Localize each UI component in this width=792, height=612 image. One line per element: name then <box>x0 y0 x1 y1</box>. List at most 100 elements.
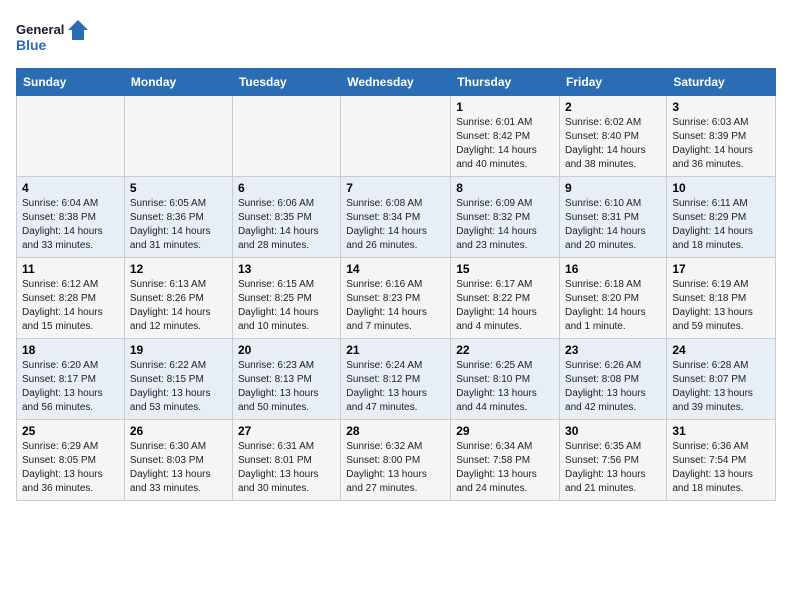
calendar-cell: 13 Sunrise: 6:15 AM Sunset: 8:25 PM Dayli… <box>232 258 340 339</box>
day-number: 28 <box>346 424 445 438</box>
calendar-cell: 2 Sunrise: 6:02 AM Sunset: 8:40 PM Daylig… <box>560 96 667 177</box>
calendar-week-row: 18Sunrise: 6:20 AM Sunset: 8:17 PM Dayli… <box>17 339 776 420</box>
svg-text:Blue: Blue <box>16 37 47 53</box>
day-number: 31 <box>672 424 770 438</box>
day-number: 8 <box>456 181 554 195</box>
calendar-cell: 6 Sunrise: 6:06 AM Sunset: 8:35 PM Daylig… <box>232 177 340 258</box>
day-info: Sunrise: 6:35 AM Sunset: 7:56 PM Dayligh… <box>565 440 661 496</box>
day-number: 21 <box>346 343 445 357</box>
column-header-monday: Monday <box>124 69 232 96</box>
calendar-cell: 1 Sunrise: 6:01 AM Sunset: 8:42 PM Daylig… <box>451 96 560 177</box>
column-header-thursday: Thursday <box>451 69 560 96</box>
day-number: 17 <box>672 262 770 276</box>
calendar-week-row: 25Sunrise: 6:29 AM Sunset: 8:05 PM Dayli… <box>17 420 776 501</box>
day-info: Sunrise: 6:10 AM Sunset: 8:31 PM Dayligh… <box>565 197 661 253</box>
day-number: 11 <box>22 262 119 276</box>
calendar-cell: 29Sunrise: 6:34 AM Sunset: 7:58 PM Dayli… <box>451 420 560 501</box>
calendar-cell: 11 Sunrise: 6:12 AM Sunset: 8:28 PM Dayli… <box>17 258 125 339</box>
calendar-week-row: 1 Sunrise: 6:01 AM Sunset: 8:42 PM Daylig… <box>17 96 776 177</box>
calendar-cell: 14Sunrise: 6:16 AM Sunset: 8:23 PM Dayli… <box>341 258 451 339</box>
day-number: 9 <box>565 181 661 195</box>
calendar-cell: 15 Sunrise: 6:17 AM Sunset: 8:22 PM Dayli… <box>451 258 560 339</box>
day-number: 13 <box>238 262 335 276</box>
column-header-wednesday: Wednesday <box>341 69 451 96</box>
column-header-saturday: Saturday <box>667 69 776 96</box>
day-info: Sunrise: 6:29 AM Sunset: 8:05 PM Dayligh… <box>22 440 119 496</box>
day-number: 23 <box>565 343 661 357</box>
day-number: 18 <box>22 343 119 357</box>
day-info: Sunrise: 6:05 AM Sunset: 8:36 PM Dayligh… <box>130 197 227 253</box>
day-number: 10 <box>672 181 770 195</box>
day-number: 24 <box>672 343 770 357</box>
day-info: Sunrise: 6:18 AM Sunset: 8:20 PM Dayligh… <box>565 278 661 334</box>
day-number: 30 <box>565 424 661 438</box>
calendar-cell: 8 Sunrise: 6:09 AM Sunset: 8:32 PM Daylig… <box>451 177 560 258</box>
calendar-cell <box>17 96 125 177</box>
column-header-tuesday: Tuesday <box>232 69 340 96</box>
logo: General Blue <box>16 16 96 56</box>
day-info: Sunrise: 6:25 AM Sunset: 8:10 PM Dayligh… <box>456 359 554 415</box>
day-number: 16 <box>565 262 661 276</box>
calendar-cell: 31Sunrise: 6:36 AM Sunset: 7:54 PM Dayli… <box>667 420 776 501</box>
day-info: Sunrise: 6:15 AM Sunset: 8:25 PM Dayligh… <box>238 278 335 334</box>
day-info: Sunrise: 6:19 AM Sunset: 8:18 PM Dayligh… <box>672 278 770 334</box>
day-info: Sunrise: 6:28 AM Sunset: 8:07 PM Dayligh… <box>672 359 770 415</box>
day-info: Sunrise: 6:13 AM Sunset: 8:26 PM Dayligh… <box>130 278 227 334</box>
day-number: 29 <box>456 424 554 438</box>
day-info: Sunrise: 6:16 AM Sunset: 8:23 PM Dayligh… <box>346 278 445 334</box>
day-number: 26 <box>130 424 227 438</box>
calendar-week-row: 11 Sunrise: 6:12 AM Sunset: 8:28 PM Dayli… <box>17 258 776 339</box>
calendar-cell <box>232 96 340 177</box>
day-info: Sunrise: 6:06 AM Sunset: 8:35 PM Dayligh… <box>238 197 335 253</box>
day-info: Sunrise: 6:22 AM Sunset: 8:15 PM Dayligh… <box>130 359 227 415</box>
day-number: 27 <box>238 424 335 438</box>
day-number: 6 <box>238 181 335 195</box>
day-info: Sunrise: 6:30 AM Sunset: 8:03 PM Dayligh… <box>130 440 227 496</box>
day-number: 19 <box>130 343 227 357</box>
day-number: 12 <box>130 262 227 276</box>
day-number: 22 <box>456 343 554 357</box>
day-info: Sunrise: 6:31 AM Sunset: 8:01 PM Dayligh… <box>238 440 335 496</box>
day-number: 15 <box>456 262 554 276</box>
calendar-cell: 17 Sunrise: 6:19 AM Sunset: 8:18 PM Dayli… <box>667 258 776 339</box>
logo-icon: General Blue <box>16 16 96 56</box>
calendar-cell: 27 Sunrise: 6:31 AM Sunset: 8:01 PM Dayli… <box>232 420 340 501</box>
day-info: Sunrise: 6:09 AM Sunset: 8:32 PM Dayligh… <box>456 197 554 253</box>
day-number: 2 <box>565 100 661 114</box>
day-info: Sunrise: 6:02 AM Sunset: 8:40 PM Dayligh… <box>565 116 661 172</box>
day-number: 4 <box>22 181 119 195</box>
day-info: Sunrise: 6:12 AM Sunset: 8:28 PM Dayligh… <box>22 278 119 334</box>
calendar-body: 1 Sunrise: 6:01 AM Sunset: 8:42 PM Daylig… <box>17 96 776 501</box>
day-number: 3 <box>672 100 770 114</box>
header: General Blue <box>16 16 776 56</box>
calendar-cell: 21 Sunrise: 6:24 AM Sunset: 8:12 PM Dayli… <box>341 339 451 420</box>
column-header-sunday: Sunday <box>17 69 125 96</box>
calendar-cell: 4 Sunrise: 6:04 AM Sunset: 8:38 PM Daylig… <box>17 177 125 258</box>
calendar-cell <box>124 96 232 177</box>
day-info: Sunrise: 6:26 AM Sunset: 8:08 PM Dayligh… <box>565 359 661 415</box>
day-info: Sunrise: 6:24 AM Sunset: 8:12 PM Dayligh… <box>346 359 445 415</box>
calendar-cell <box>341 96 451 177</box>
day-number: 20 <box>238 343 335 357</box>
calendar-header-row: SundayMondayTuesdayWednesdayThursdayFrid… <box>17 69 776 96</box>
calendar-table: SundayMondayTuesdayWednesdayThursdayFrid… <box>16 68 776 501</box>
day-number: 5 <box>130 181 227 195</box>
calendar-cell: 18Sunrise: 6:20 AM Sunset: 8:17 PM Dayli… <box>17 339 125 420</box>
day-info: Sunrise: 6:03 AM Sunset: 8:39 PM Dayligh… <box>672 116 770 172</box>
day-info: Sunrise: 6:17 AM Sunset: 8:22 PM Dayligh… <box>456 278 554 334</box>
day-info: Sunrise: 6:11 AM Sunset: 8:29 PM Dayligh… <box>672 197 770 253</box>
day-info: Sunrise: 6:01 AM Sunset: 8:42 PM Dayligh… <box>456 116 554 172</box>
calendar-cell: 19 Sunrise: 6:22 AM Sunset: 8:15 PM Dayli… <box>124 339 232 420</box>
calendar-cell: 5 Sunrise: 6:05 AM Sunset: 8:36 PM Daylig… <box>124 177 232 258</box>
day-number: 7 <box>346 181 445 195</box>
day-info: Sunrise: 6:08 AM Sunset: 8:34 PM Dayligh… <box>346 197 445 253</box>
column-header-friday: Friday <box>560 69 667 96</box>
day-info: Sunrise: 6:04 AM Sunset: 8:38 PM Dayligh… <box>22 197 119 253</box>
calendar-cell: 24 Sunrise: 6:28 AM Sunset: 8:07 PM Dayli… <box>667 339 776 420</box>
day-info: Sunrise: 6:32 AM Sunset: 8:00 PM Dayligh… <box>346 440 445 496</box>
calendar-cell: 10 Sunrise: 6:11 AM Sunset: 8:29 PM Dayli… <box>667 177 776 258</box>
calendar-cell: 3 Sunrise: 6:03 AM Sunset: 8:39 PM Daylig… <box>667 96 776 177</box>
svg-text:General: General <box>16 22 64 37</box>
day-info: Sunrise: 6:23 AM Sunset: 8:13 PM Dayligh… <box>238 359 335 415</box>
day-number: 1 <box>456 100 554 114</box>
